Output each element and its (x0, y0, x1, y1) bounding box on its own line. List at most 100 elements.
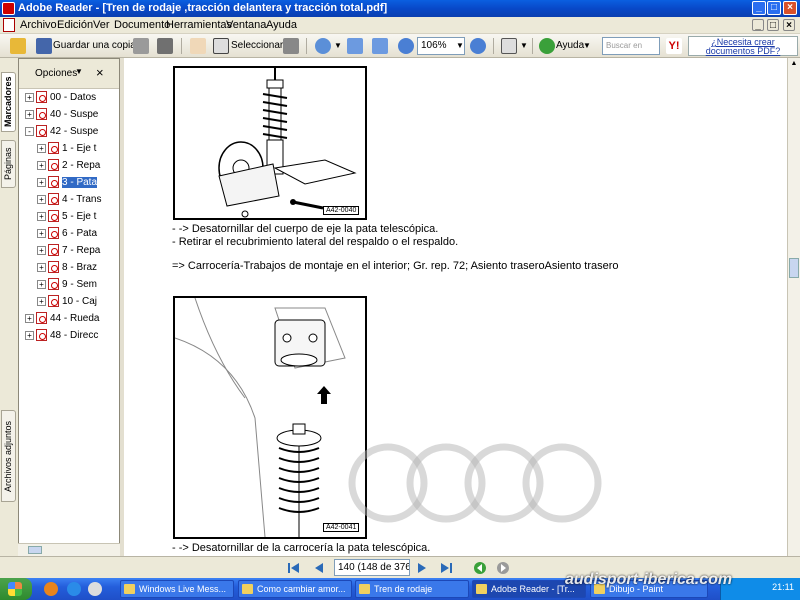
menu-ayuda[interactable]: Ayuda (266, 19, 297, 31)
expand-icon[interactable]: + (25, 330, 34, 340)
bookmark-item[interactable]: +10 - Caj (37, 294, 119, 310)
tab-bookmarks[interactable]: Marcadores (1, 72, 16, 132)
bookmark-item[interactable]: +48 - Direcc (25, 328, 119, 344)
snapshot-icon[interactable] (283, 38, 299, 54)
tab-attachments[interactable]: Archivos adjuntos (1, 410, 16, 502)
select-button[interactable]: Seleccionar (231, 37, 283, 54)
yahoo-icon[interactable]: Y! (666, 38, 682, 54)
title-bar[interactable]: Adobe Reader - [Tren de rodaje ,tracción… (0, 0, 800, 17)
menu-herramientas[interactable]: Herramientas (166, 19, 232, 31)
open-folder-icon[interactable] (10, 38, 26, 54)
taskbar-button[interactable]: Windows Live Mess... (120, 580, 234, 598)
ie-quicklaunch-icon[interactable] (67, 582, 81, 596)
expand-icon[interactable]: + (37, 245, 46, 255)
panel-close-icon[interactable]: × (96, 65, 104, 80)
expand-icon[interactable]: + (37, 262, 46, 272)
minimize-button[interactable]: _ (752, 1, 766, 15)
hand-tool-icon[interactable] (190, 38, 206, 54)
document-icon[interactable] (3, 18, 15, 32)
start-button[interactable] (0, 578, 32, 600)
first-page-icon[interactable] (287, 561, 301, 575)
media-quicklaunch-icon[interactable] (88, 582, 102, 596)
options-dropdown-arrow[interactable]: ▼ (75, 67, 83, 76)
expand-icon[interactable]: + (37, 160, 46, 170)
doc-minimize-button[interactable]: _ (752, 19, 764, 31)
save-icon[interactable] (36, 38, 52, 54)
firefox-quicklaunch-icon[interactable] (44, 582, 58, 596)
expand-icon[interactable]: + (37, 279, 46, 289)
next-view-icon[interactable] (496, 561, 510, 575)
help-dropdown-arrow[interactable]: ▼ (583, 37, 591, 54)
expand-icon[interactable]: + (37, 194, 46, 204)
help-icon[interactable] (539, 38, 555, 54)
cross-reference-link[interactable]: => Carrocería-Trabajos de montaje en el … (172, 260, 619, 272)
options-menu[interactable]: Opciones (35, 68, 77, 79)
panel-horizontal-scrollbar[interactable] (18, 543, 120, 556)
previous-page-icon[interactable] (312, 561, 326, 575)
page-number-field[interactable]: 140 (148 de 376) (334, 559, 410, 576)
bookmark-item[interactable]: +00 - Datos (25, 90, 119, 106)
bookmark-item[interactable]: +4 - Trans (37, 192, 119, 208)
menu-ver[interactable]: Ver (93, 19, 110, 31)
menu-ventana[interactable]: Ventana (226, 19, 266, 31)
previous-view-icon[interactable] (473, 561, 487, 575)
bookmark-item[interactable]: +3 - Pata (37, 175, 119, 191)
doc-restore-button[interactable]: □ (767, 19, 779, 31)
expand-icon[interactable]: + (37, 143, 46, 153)
bookmark-item[interactable]: +8 - Braz (37, 260, 119, 276)
close-button[interactable]: × (783, 1, 797, 15)
bookmark-page-icon (48, 244, 59, 257)
expand-icon[interactable]: + (37, 228, 46, 238)
bookmark-item[interactable]: +40 - Suspe (25, 107, 119, 123)
collapse-icon[interactable]: - (25, 126, 34, 136)
taskbar-button[interactable]: Como cambiar amor... (238, 580, 352, 598)
windows-logo-icon (8, 582, 22, 596)
help-button[interactable]: Ayuda (556, 37, 584, 54)
bookmark-label: 10 - Caj (62, 296, 98, 307)
bookmark-item[interactable]: - 42 - Suspe (25, 124, 119, 140)
tab-pages[interactable]: Páginas (1, 140, 16, 188)
menu-archivo[interactable]: Archivo (20, 19, 57, 31)
create-pdf-promo-link[interactable]: ¿Necesita crear documentos PDF? (688, 36, 798, 56)
panel-scroll-thumb[interactable] (28, 546, 42, 554)
next-page-icon[interactable] (415, 561, 429, 575)
zoom-dropdown-arrow[interactable]: ▼ (334, 37, 342, 54)
zoom-in-icon[interactable] (470, 38, 486, 54)
taskbar-button[interactable]: Tren de rodaje (355, 580, 469, 598)
bookmark-page-icon (48, 261, 59, 274)
bookmark-item[interactable]: +2 - Repa (37, 158, 119, 174)
last-page-icon[interactable] (439, 561, 453, 575)
document-view[interactable]: A42-0040 - -> Desatornillar del cuerpo d… (124, 58, 787, 560)
bookmark-item[interactable]: +7 - Repa (37, 243, 119, 259)
view-dropdown-arrow[interactable]: ▼ (520, 37, 528, 54)
bookmark-item[interactable]: +6 - Pata (37, 226, 119, 242)
menu-edicion[interactable]: Edición (57, 19, 93, 31)
expand-icon[interactable]: + (25, 313, 34, 323)
fit-width-icon[interactable] (347, 38, 363, 54)
web-search-input[interactable]: Buscar en Web (602, 37, 660, 66)
expand-icon[interactable]: + (37, 296, 46, 306)
select-tool-icon[interactable] (213, 38, 229, 54)
doc-close-button[interactable]: × (783, 19, 795, 31)
expand-icon[interactable]: + (37, 177, 46, 187)
expand-icon[interactable]: + (37, 211, 46, 221)
bookmark-item[interactable]: +5 - Eje t (37, 209, 119, 225)
expand-icon[interactable]: + (25, 109, 34, 119)
bookmark-item[interactable]: +44 - Rueda (25, 311, 119, 327)
fit-page-icon[interactable] (372, 38, 388, 54)
rotate-view-icon[interactable] (501, 38, 517, 54)
print-icon[interactable] (133, 38, 149, 54)
bookmark-item[interactable]: +9 - Sem (37, 277, 119, 293)
scroll-up-icon[interactable]: ▲ (789, 60, 799, 70)
zoom-out-icon[interactable] (398, 38, 414, 54)
binoculars-icon[interactable] (157, 38, 173, 54)
zoom-in-tool-icon[interactable] (315, 38, 331, 54)
save-copy-button[interactable]: Guardar una copia (53, 37, 136, 54)
zoom-field-arrow[interactable]: ▼ (456, 37, 464, 54)
bookmark-item[interactable]: +1 - Eje t (37, 141, 119, 157)
expand-icon[interactable]: + (25, 92, 34, 102)
document-vertical-scrollbar[interactable]: ▲ (787, 58, 800, 560)
menu-documento[interactable]: Documento (114, 19, 170, 31)
maximize-button[interactable]: □ (767, 1, 781, 15)
document-scroll-thumb[interactable] (789, 258, 799, 278)
